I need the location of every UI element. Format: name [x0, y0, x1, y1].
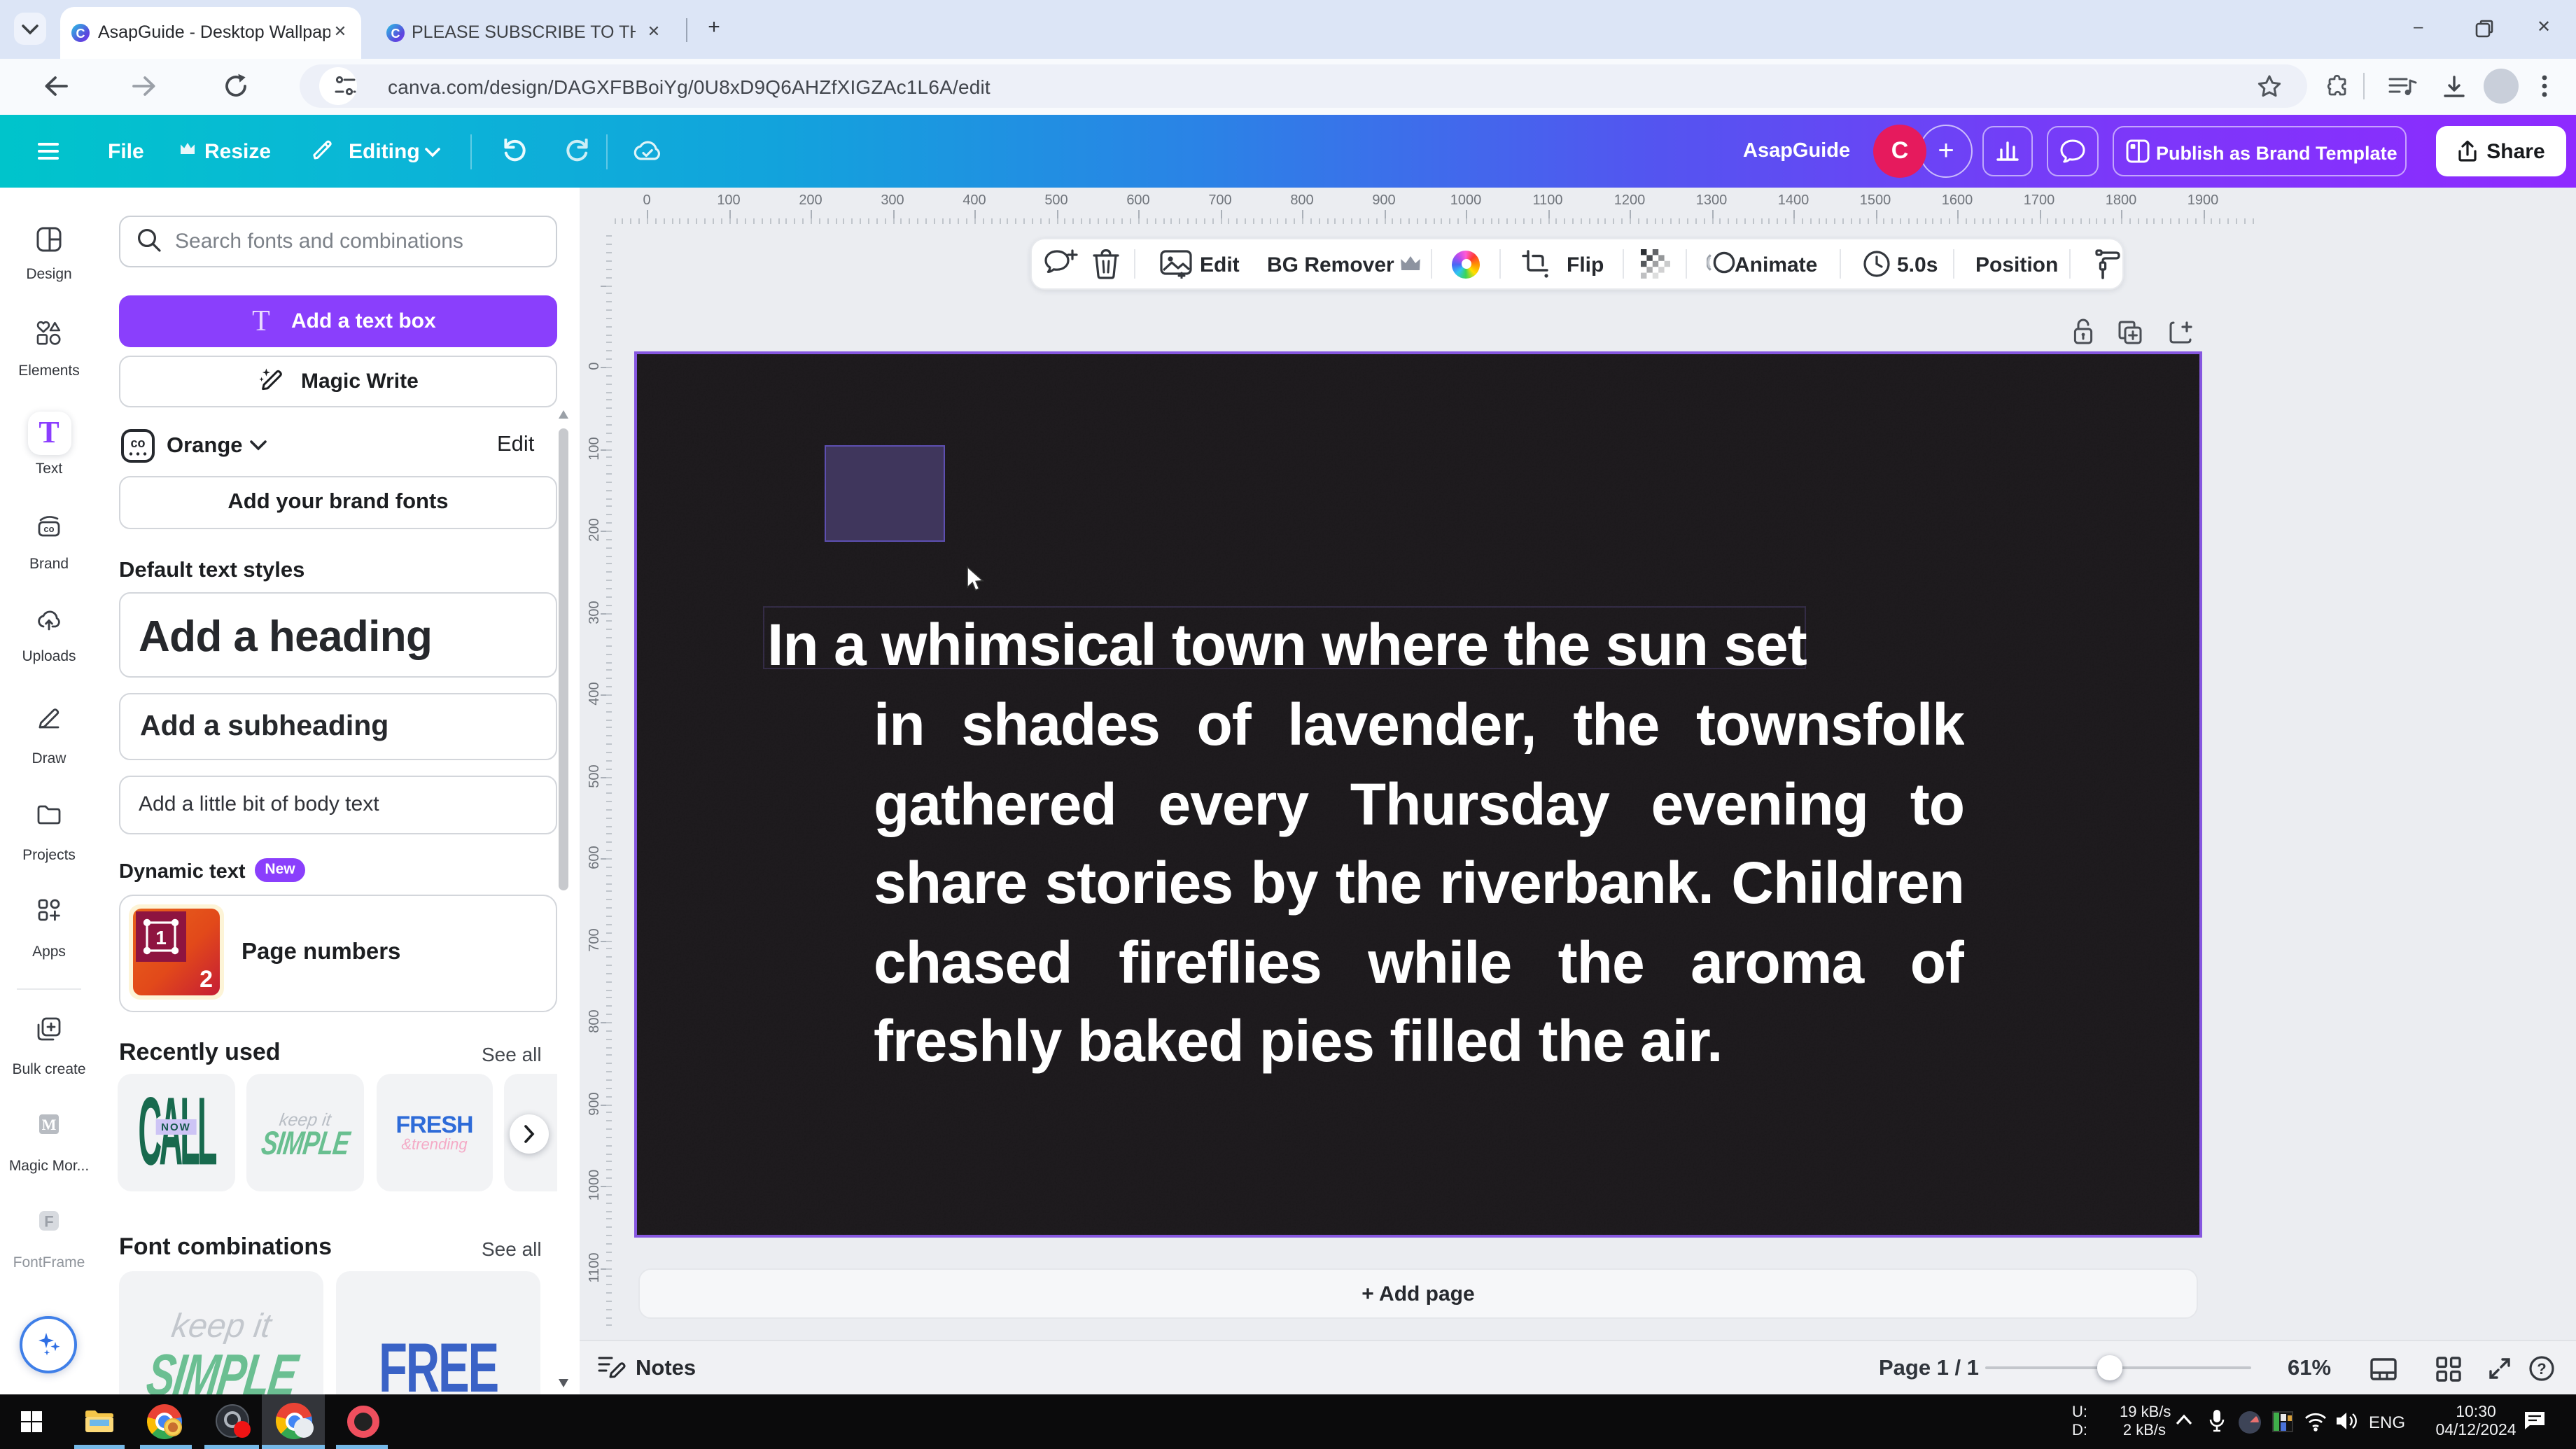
svg-text:1: 1 [155, 926, 167, 948]
svg-text:co: co [43, 524, 54, 534]
svg-text:co: co [130, 436, 145, 450]
svg-text:?: ? [2537, 1360, 2546, 1378]
svg-text:M: M [42, 1116, 57, 1133]
svg-text:F: F [44, 1212, 53, 1230]
